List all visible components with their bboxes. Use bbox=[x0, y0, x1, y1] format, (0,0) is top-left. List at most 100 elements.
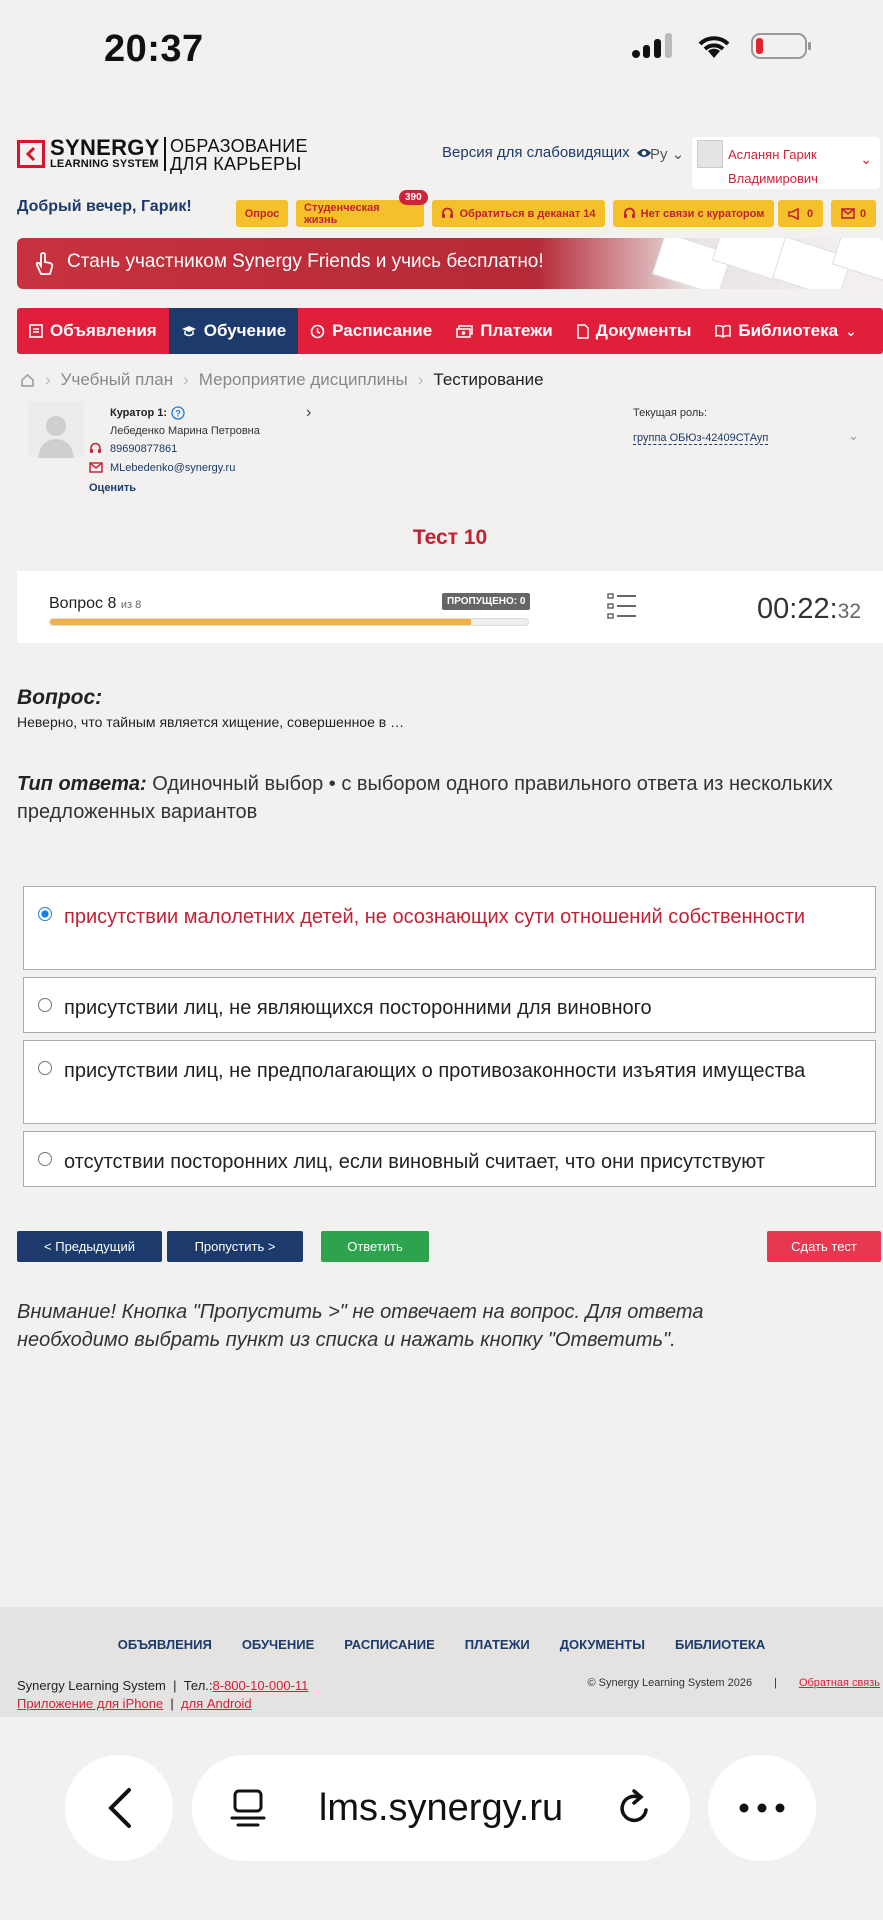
answer-option[interactable]: присутствии лиц, не являющихся посторонн… bbox=[23, 977, 876, 1033]
skip-warning: Внимание! Кнопка "Пропустить >" не отвеч… bbox=[17, 1301, 704, 1351]
logo-sub: LEARNING SYSTEM bbox=[50, 158, 159, 170]
skip-button[interactable]: Пропустить > bbox=[167, 1231, 303, 1262]
hand-tap-icon bbox=[35, 252, 54, 275]
curator-phone[interactable]: 89690877861 bbox=[110, 443, 177, 455]
curator-label: Куратор 1: ? bbox=[110, 406, 185, 420]
nav-learning[interactable]: Обучение bbox=[168, 308, 299, 354]
address-bar[interactable]: lms.synergy.ru bbox=[192, 1755, 690, 1861]
question-progress: Вопрос 8 из 8 ПРОПУЩЕНО: 0 00:22:32 bbox=[17, 571, 883, 643]
answer-type: Тип ответа: Одиночный выбор • с выбором … bbox=[17, 773, 833, 823]
role-label: Текущая роль: bbox=[633, 407, 708, 419]
question-counter: Вопрос 8 из 8 bbox=[49, 595, 142, 612]
feedback-link[interactable]: Обратная связь bbox=[799, 1677, 880, 1689]
main-nav: Объявления Обучение Расписание Платежи Д… bbox=[17, 308, 883, 354]
footer-link-learning[interactable]: ОБУЧЕНИЕ bbox=[242, 1637, 314, 1652]
user-menu[interactable]: Асланян Гарик Владимирович ⌄ bbox=[692, 137, 880, 189]
book-icon bbox=[715, 324, 732, 338]
logo-divider bbox=[164, 137, 166, 171]
footer: ОБЪЯВЛЕНИЯ ОБУЧЕНИЕ РАСПИСАНИЕ ПЛАТЕЖИ Д… bbox=[0, 1607, 883, 1717]
curator-email[interactable]: MLebedenko@synergy.ru bbox=[110, 462, 235, 474]
test-timer: 00:22:32 bbox=[757, 593, 861, 625]
nav-library[interactable]: Библиотека ⌄ bbox=[703, 308, 868, 354]
reload-icon[interactable] bbox=[616, 1788, 652, 1828]
chevron-left-icon bbox=[108, 1788, 131, 1828]
promo-banner[interactable]: Стань участником Synergy Friends и учись… bbox=[17, 238, 883, 289]
announcements-chip[interactable]: 0 bbox=[778, 200, 823, 227]
nav-schedule[interactable]: Расписание bbox=[298, 308, 444, 354]
url-text: lms.synergy.ru bbox=[318, 1786, 564, 1829]
previous-button[interactable]: < Предыдущий bbox=[17, 1231, 162, 1262]
chevron-right-icon: › bbox=[183, 370, 189, 389]
radio[interactable] bbox=[38, 1061, 52, 1075]
footer-phone[interactable]: 8-800-10-000-11 bbox=[213, 1678, 309, 1693]
student-life-badge: 390 bbox=[399, 190, 428, 205]
radio-selected[interactable] bbox=[38, 907, 52, 921]
question-heading: Вопрос: bbox=[17, 686, 103, 709]
deanery-chip[interactable]: Обратиться в деканат 14 bbox=[432, 200, 605, 227]
footer-link-schedule[interactable]: РАСПИСАНИЕ bbox=[344, 1637, 435, 1652]
test-title: Тест 10 bbox=[412, 526, 488, 549]
status-time: 20:37 bbox=[104, 28, 204, 70]
help-icon[interactable]: ? bbox=[171, 406, 185, 420]
footer-link-payments[interactable]: ПЛАТЕЖИ bbox=[465, 1637, 530, 1652]
chevron-right-icon: › bbox=[45, 370, 51, 389]
chevron-right-icon[interactable]: › bbox=[306, 404, 311, 422]
status-icons bbox=[631, 32, 813, 60]
footer-link-library[interactable]: БИБЛИОТЕКА bbox=[675, 1637, 765, 1652]
rate-curator-link[interactable]: Оценить bbox=[89, 482, 136, 494]
iphone-app-link[interactable]: Приложение для iPhone bbox=[17, 1696, 163, 1711]
home-icon[interactable] bbox=[20, 373, 35, 387]
chevron-down-icon[interactable]: ⌄ bbox=[848, 428, 859, 444]
messages-chip[interactable]: 0 bbox=[831, 200, 876, 227]
money-icon bbox=[456, 324, 473, 338]
progress-bar bbox=[49, 618, 529, 626]
language-select[interactable]: Ру ⌄ bbox=[650, 145, 684, 163]
role-select[interactable]: группа ОБЮз-42409СТАуп bbox=[633, 432, 769, 445]
more-button[interactable] bbox=[708, 1755, 816, 1861]
android-app-link[interactable]: для Android bbox=[181, 1696, 252, 1711]
breadcrumb-discipline-event[interactable]: Мероприятие дисциплины bbox=[199, 370, 408, 390]
nav-documents[interactable]: Документы bbox=[565, 308, 704, 354]
answer-option[interactable]: отсутствии посторонних лиц, если виновны… bbox=[23, 1131, 876, 1187]
avatar bbox=[697, 140, 723, 168]
back-button[interactable] bbox=[65, 1755, 173, 1861]
question-list-icon[interactable] bbox=[607, 593, 637, 619]
radio[interactable] bbox=[38, 998, 52, 1012]
document-icon bbox=[577, 323, 589, 339]
footer-links: ОБЪЯВЛЕНИЯ ОБУЧЕНИЕ РАСПИСАНИЕ ПЛАТЕЖИ Д… bbox=[0, 1637, 883, 1652]
submit-test-button[interactable]: Сдать тест bbox=[767, 1231, 881, 1262]
breadcrumb-study-plan[interactable]: Учебный план bbox=[61, 370, 173, 390]
chevron-down-icon: ⌄ bbox=[845, 322, 857, 339]
battery-icon bbox=[751, 33, 811, 59]
radio[interactable] bbox=[38, 1152, 52, 1166]
reader-icon[interactable] bbox=[230, 1788, 266, 1828]
logo-tagline: ОБРАЗОВАНИЕ ДЛЯ КАРЬЕРЫ bbox=[170, 136, 308, 174]
wifi-icon bbox=[698, 36, 730, 58]
answer-option[interactable]: присутствии лиц, не предполагающих о про… bbox=[23, 1040, 876, 1124]
nav-announcements[interactable]: Объявления bbox=[17, 308, 169, 354]
nav-payments[interactable]: Платежи bbox=[444, 308, 565, 354]
skipped-badge: ПРОПУЩЕНО: 0 bbox=[442, 593, 531, 610]
headset-icon bbox=[442, 207, 454, 218]
curator-name: Лебеденко Марина Петровна bbox=[110, 425, 260, 437]
answer-option[interactable]: присутствии малолетних детей, не осознаю… bbox=[23, 886, 876, 970]
signal-icon bbox=[632, 33, 672, 58]
banner-text: Стань участником Synergy Friends и учись… bbox=[67, 251, 544, 272]
logo-mark[interactable] bbox=[17, 140, 45, 168]
answer-button[interactable]: Ответить bbox=[321, 1231, 429, 1262]
chevron-down-icon: ⌄ bbox=[860, 151, 872, 167]
question-text: Неверно, что тайным является хищение, со… bbox=[17, 714, 405, 730]
graduation-cap-icon bbox=[181, 326, 196, 337]
footer-meta: © Synergy Learning System 2026 | Обратна… bbox=[587, 1677, 880, 1689]
mail-icon bbox=[89, 462, 103, 473]
chevron-down-icon: ⌄ bbox=[671, 146, 685, 163]
logo-brand: SYNERGY bbox=[50, 135, 160, 160]
breadcrumb: › Учебный план › Мероприятие дисциплины … bbox=[20, 370, 544, 390]
footer-link-documents[interactable]: ДОКУМЕНТЫ bbox=[560, 1637, 645, 1652]
survey-chip[interactable]: Опрос bbox=[236, 200, 288, 227]
megaphone-icon bbox=[788, 207, 799, 220]
curator-chip[interactable]: Нет связи с куратором bbox=[613, 200, 774, 227]
footer-link-announcements[interactable]: ОБЪЯВЛЕНИЯ bbox=[118, 1637, 212, 1652]
mail-icon bbox=[841, 208, 855, 219]
hearing-version-link[interactable]: Версия для слабовидящих bbox=[442, 144, 652, 161]
